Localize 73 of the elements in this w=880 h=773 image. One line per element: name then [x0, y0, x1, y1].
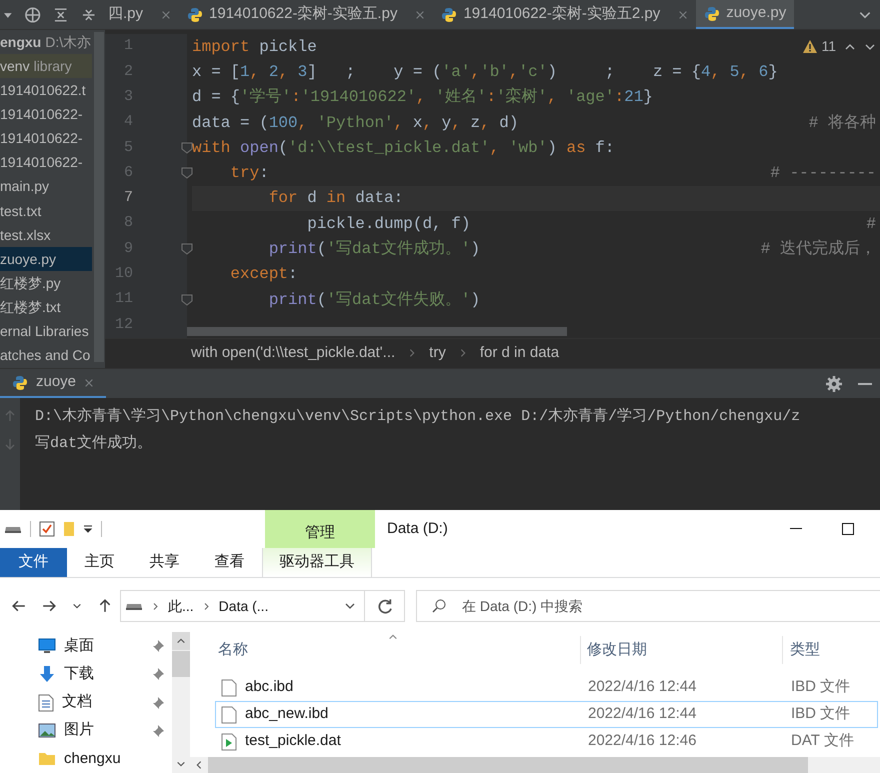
editor-tab[interactable]: zuoye.py [696, 0, 794, 29]
breadcrumb[interactable]: try [429, 342, 446, 365]
ribbon-tab[interactable]: 主页 [67, 548, 132, 577]
code-line: print('写dat文件成功。') [268, 238, 480, 260]
file-row[interactable]: test_pickle.dat 2022/4/16 12:46 DAT 文件 [215, 728, 878, 755]
console-line: 写dat文件成功。 [35, 434, 154, 454]
editor-tab[interactable]: 四.py [100, 0, 180, 29]
window-title: Data (D:) [386, 518, 448, 539]
project-item[interactable]: 红楼梦.txt [0, 296, 92, 320]
code-line: try: [229, 163, 269, 184]
project-item[interactable]: test.xlsx [0, 223, 92, 248]
code-line: print('写dat文件失败。') [268, 290, 480, 311]
project-item[interactable]: engxu D:\木亦 [0, 30, 92, 54]
nav-item[interactable]: 桌面 [38, 632, 164, 660]
project-item[interactable]: main.py [0, 174, 92, 199]
code-comment: # 将各种 [808, 112, 877, 134]
code-line: data = (100, 'Python', x, y, z, d) [192, 112, 518, 134]
file-date: 2022/4/16 12:44 [587, 677, 698, 698]
code-comment: # 迭代完成后， [760, 238, 877, 260]
ribbon-tab[interactable]: 驱动器工具 [262, 548, 372, 577]
ribbon-tab[interactable]: 共享 [132, 548, 197, 577]
code-line: import pickle [192, 36, 317, 58]
file-date: 2022/4/16 12:44 [587, 704, 698, 724]
nav-item[interactable]: 文档 [38, 688, 164, 717]
line-number: 7 [122, 188, 133, 208]
project-item[interactable]: test.txt [0, 198, 92, 224]
ribbon-tab[interactable]: 查看 [197, 548, 262, 577]
project-item[interactable]: 1914010622.t [0, 78, 92, 102]
project-item[interactable]: 红楼梦.py [0, 271, 92, 296]
editor-tab[interactable]: 1914010622-栾树-实验五2.py [433, 0, 696, 29]
run-tab[interactable]: zuoye [0, 369, 106, 398]
code-line: d = {'学号':'1914010622', '姓名':'栾树', 'age':21} [192, 86, 653, 108]
nav-item[interactable]: 图片 [38, 716, 164, 745]
breadcrumb[interactable]: for d in data [480, 342, 560, 365]
path-hint: library [34, 56, 72, 76]
address-bar[interactable]: 此... Data (... [120, 590, 365, 622]
code-line: with open('d:\\test_pickle.dat', 'wb') as f: [192, 138, 614, 159]
code-line: x = [1, 2, 3] ; y = ('a','b','c') ; z = {4, 5, 6} [192, 62, 778, 83]
nav-item[interactable]: chengxu [38, 744, 164, 773]
nav-item[interactable]: 下载 [38, 660, 164, 688]
code-comment: # [866, 214, 877, 235]
file-name: abc.ibd [245, 677, 294, 698]
project-item[interactable]: venv library [0, 54, 92, 78]
editor-tab[interactable]: 1914010622-栾树-实验五.py [179, 0, 434, 29]
column-header[interactable]: 修改日期 [580, 636, 782, 664]
project-item[interactable]: 1914010622- [0, 150, 92, 175]
code-line: except: [229, 264, 298, 286]
file-type: DAT 文件 [790, 731, 854, 752]
project-item[interactable]: zuoye.py [0, 247, 92, 272]
file-row[interactable]: abc_new.ibd 2022/4/16 12:44 IBD 文件 [215, 701, 878, 728]
file-type: IBD 文件 [790, 677, 850, 698]
path-hint: D:\木亦 [45, 32, 92, 52]
file-row[interactable]: abc.ibd 2022/4/16 12:44 IBD 文件 [215, 674, 878, 701]
code-comment: # --------- [770, 163, 877, 184]
file-name: abc_new.ibd [245, 704, 328, 724]
file-name: test_pickle.dat [245, 731, 341, 752]
warning-count[interactable]: 11 [803, 36, 836, 57]
context-tab-header: 管理 [265, 510, 375, 548]
column-header[interactable]: 类型 [782, 636, 880, 664]
breadcrumb[interactable]: with open('d:\\test_pickle.dat'... [191, 342, 396, 365]
project-item[interactable]: ernal Libraries [0, 320, 92, 344]
search-field[interactable]: 在 Data (D:) 中搜索 [416, 590, 880, 622]
project-item[interactable]: 1914010622- [0, 126, 92, 151]
code-line: pickle.dump(d, f) [306, 214, 470, 235]
file-date: 2022/4/16 12:46 [587, 731, 698, 752]
ribbon-tab[interactable]: 文件 [0, 548, 67, 577]
console-line: D:\木亦青青\学习\Python\chengxu\venv\Scripts\python.exe D:/木亦青青/学习/Python/chengxu/z [35, 406, 802, 428]
address-segment[interactable]: Data (... [218, 596, 268, 616]
project-item[interactable]: atches and Co [0, 344, 92, 368]
file-type: IBD 文件 [790, 704, 850, 724]
project-item[interactable]: 1914010622- [0, 102, 92, 127]
address-segment[interactable]: 此... [168, 596, 194, 616]
column-header[interactable]: 名称 [190, 636, 580, 664]
